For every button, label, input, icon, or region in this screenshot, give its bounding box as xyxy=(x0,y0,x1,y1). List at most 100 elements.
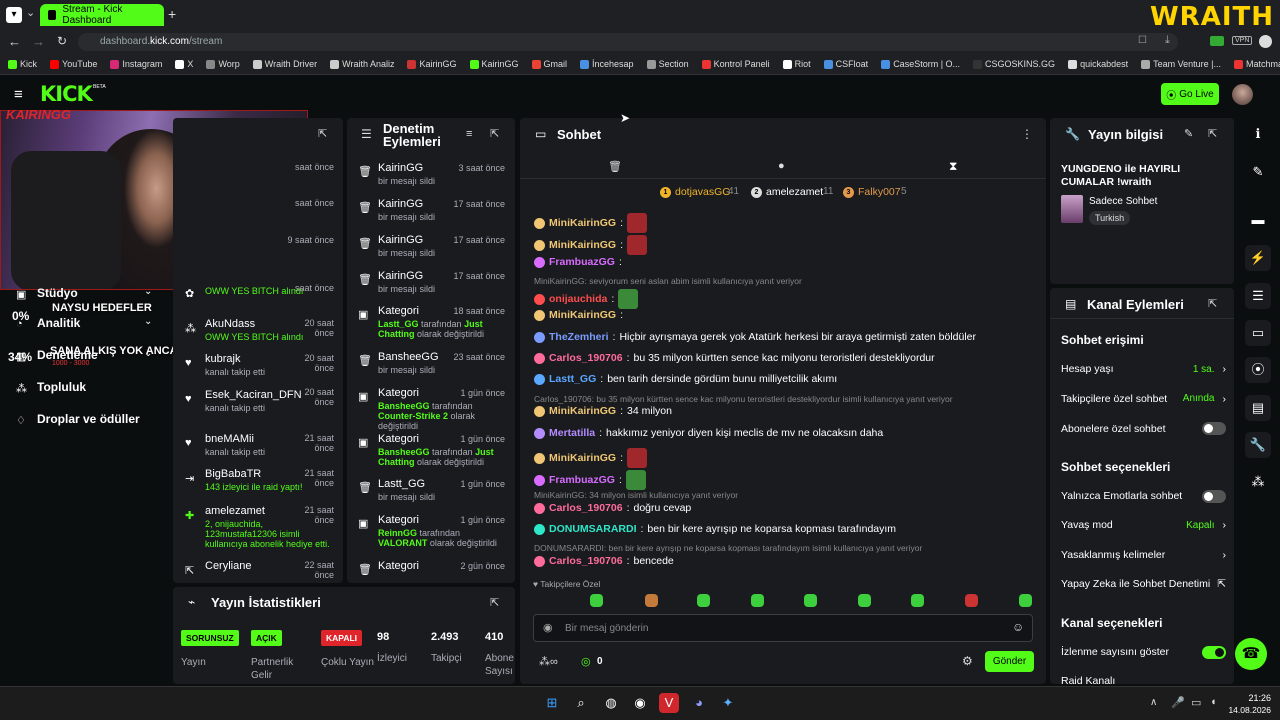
discord-icon[interactable]: ◕ xyxy=(689,693,709,713)
broadcast-sidebar-icon[interactable]: ⦿ xyxy=(1245,357,1271,383)
toggle-switch[interactable] xyxy=(1202,422,1226,435)
chat-username[interactable]: FrambuazGG xyxy=(549,474,615,486)
chat-message[interactable]: FrambuazGG: xyxy=(534,470,646,490)
bookmark-item[interactable]: quickabdest xyxy=(1068,59,1128,69)
quick-emote-icon[interactable] xyxy=(965,594,978,607)
channel-setting-row[interactable]: Takipçilere özel sohbet Anında › xyxy=(1061,393,1226,405)
user-avatar[interactable] xyxy=(1232,84,1253,105)
quick-emote-icon[interactable] xyxy=(804,594,817,607)
chat-username[interactable]: onijauchida xyxy=(549,293,607,305)
channel-setting-control[interactable]: Kapalı › xyxy=(1186,519,1226,531)
bookmark-item[interactable]: Team Venture |... xyxy=(1141,59,1221,69)
channel-setting-row[interactable]: İzlenme sayısını göster xyxy=(1061,645,1226,659)
bookmark-item[interactable]: KairinGG xyxy=(469,59,519,69)
chat-username[interactable]: Mertatilla xyxy=(549,427,595,439)
quick-emote-icon[interactable] xyxy=(858,594,871,607)
download-icon[interactable]: ⤓ xyxy=(1165,34,1170,47)
stats-popout-icon[interactable]: ⇱ xyxy=(490,596,499,609)
channel-setting-control[interactable]: Anında › xyxy=(1183,393,1226,405)
users-sidebar-icon[interactable]: ⁂ xyxy=(1245,469,1271,495)
moderation-actor[interactable]: KairinGG xyxy=(378,162,423,174)
chat-message[interactable]: DONUMSARARDI: ben bir kere ayrışıp ne kop… xyxy=(534,523,896,535)
bookmark-item[interactable]: Kick xyxy=(8,59,37,69)
chat-username[interactable]: Lastt_GG xyxy=(549,373,596,385)
quick-emote-icon[interactable] xyxy=(645,594,658,607)
bookmark-item[interactable]: Kontrol Paneli xyxy=(701,59,770,69)
quick-emote-icon[interactable] xyxy=(751,594,764,607)
moderation-actor[interactable]: BansheeGG xyxy=(378,351,439,363)
activity-user[interactable]: Ceryliane xyxy=(205,560,251,572)
active-tab[interactable]: Stream - Kick Dashboard xyxy=(40,4,164,26)
chat-username[interactable]: MiniKairinGG xyxy=(549,452,616,464)
bookmark-icon[interactable]: ☐ xyxy=(1138,35,1147,46)
wrench-sidebar-icon[interactable]: 🔧 xyxy=(1245,432,1271,458)
quick-emote-icon[interactable] xyxy=(1019,594,1032,607)
chat-message[interactable]: FrambuazGG: xyxy=(534,256,622,268)
moderation-actor[interactable]: Kategori xyxy=(378,514,419,526)
bookmark-item[interactable]: X xyxy=(175,59,193,69)
nav-item-0[interactable]: Stüdyo xyxy=(37,286,78,300)
chat-settings-icon[interactable]: ⚙ xyxy=(962,654,973,668)
chat-message[interactable]: Carlos_190706: doğru cevap xyxy=(534,502,691,514)
chat-users-icon[interactable]: ⁂∞ xyxy=(539,655,558,668)
moderation-actor[interactable]: Kategori xyxy=(378,560,419,572)
channel-setting-control[interactable]: › xyxy=(1223,549,1227,561)
bookmark-item[interactable]: YouTube xyxy=(50,59,97,69)
edit-pencil-icon[interactable]: ✎ xyxy=(1184,127,1193,140)
chat-username[interactable]: Carlos_190706 xyxy=(549,555,623,567)
chat-message[interactable]: Carlos_190706: bencede xyxy=(534,555,674,567)
new-tab-button[interactable]: + xyxy=(168,6,176,22)
nav-item-3[interactable]: Topluluk xyxy=(37,380,86,394)
chat-message[interactable]: Mertatilla: hakkımız yeniyor diyen kişi m… xyxy=(534,427,883,439)
channel-actions-popout-icon[interactable]: ⇱ xyxy=(1208,297,1217,310)
leader-name[interactable]: dotjavasGG xyxy=(675,186,730,198)
bookmark-item[interactable]: CaseStorm | O... xyxy=(881,59,960,69)
bookmark-item[interactable]: Matchmaking xyxy=(1233,59,1280,69)
stack-sidebar-icon[interactable]: ▤ xyxy=(1245,395,1271,421)
kick-logo[interactable]: KICK xyxy=(40,82,93,106)
bookmark-item[interactable]: Riot xyxy=(782,59,811,69)
chat-mode-tool-icon[interactable]: ● xyxy=(778,160,785,172)
chat-message[interactable]: Carlos_190706: bu 35 milyon kürtten sence… xyxy=(534,352,935,364)
list-sidebar-icon[interactable]: ☰ xyxy=(1245,283,1271,309)
channel-setting-row[interactable]: Yavaş mod Kapalı › xyxy=(1061,519,1226,531)
bookmark-item[interactable]: Worp xyxy=(206,59,240,69)
channel-setting-control[interactable] xyxy=(1202,489,1226,503)
support-chat-button[interactable]: ☎ xyxy=(1235,638,1267,670)
quick-emote-icon[interactable] xyxy=(590,594,603,607)
browser-menu-icon[interactable]: ▾ xyxy=(6,7,22,23)
emoji-icon[interactable]: ☺ xyxy=(1012,620,1024,634)
tab-list-icon[interactable]: ⌄ xyxy=(26,6,35,19)
nav-item-1[interactable]: Analitik xyxy=(37,316,80,330)
channel-setting-control[interactable]: 1 sa. › xyxy=(1193,363,1226,375)
chat-username[interactable]: MiniKairinGG xyxy=(549,217,616,229)
back-icon[interactable]: ← xyxy=(8,34,21,49)
url-field[interactable]: dashboard.kick.com/stream xyxy=(78,33,1178,51)
reload-icon[interactable]: ↻ xyxy=(57,34,67,48)
moderation-actor[interactable]: KairinGG xyxy=(378,270,423,282)
chat-username[interactable]: TheZemheri xyxy=(549,331,609,343)
nav-item-2[interactable]: Denetleme xyxy=(37,348,98,362)
send-button[interactable]: Gönder xyxy=(985,651,1034,672)
channel-setting-control[interactable] xyxy=(1202,422,1226,435)
taskbar-search-icon[interactable]: ⌕ xyxy=(571,693,591,713)
channel-setting-row[interactable]: Raid Kanalı xyxy=(1061,675,1226,687)
bookmark-item[interactable]: CSFloat xyxy=(823,59,868,69)
taskbar-tool-icon[interactable]: ✦ xyxy=(718,693,738,713)
quick-emote-icon[interactable] xyxy=(697,594,710,607)
chat-message[interactable]: MiniKairinGG: xyxy=(534,448,648,468)
moderation-actor[interactable]: Lastt_GG xyxy=(378,478,425,490)
extension-icon[interactable] xyxy=(1210,36,1224,46)
moderation-filter-icon[interactable]: ≡ xyxy=(466,128,472,140)
quick-emote-icon[interactable] xyxy=(911,594,924,607)
moderation-popout-icon[interactable]: ⇱ xyxy=(490,127,499,140)
moderation-actor[interactable]: Kategori xyxy=(378,387,419,399)
chat-message[interactable]: MiniKairinGG: xyxy=(534,235,648,255)
toggle-switch[interactable] xyxy=(1202,489,1226,503)
channel-setting-row[interactable]: Abonelere özel sohbet xyxy=(1061,422,1226,435)
hamburger-menu-icon[interactable]: ≡ xyxy=(14,86,23,103)
chat-message[interactable]: onijauchida: xyxy=(534,289,639,309)
moderation-actor[interactable]: KairinGG xyxy=(378,234,423,246)
vivaldi-icon[interactable]: V xyxy=(659,693,679,713)
chat-username[interactable]: MiniKairinGG xyxy=(549,309,616,321)
